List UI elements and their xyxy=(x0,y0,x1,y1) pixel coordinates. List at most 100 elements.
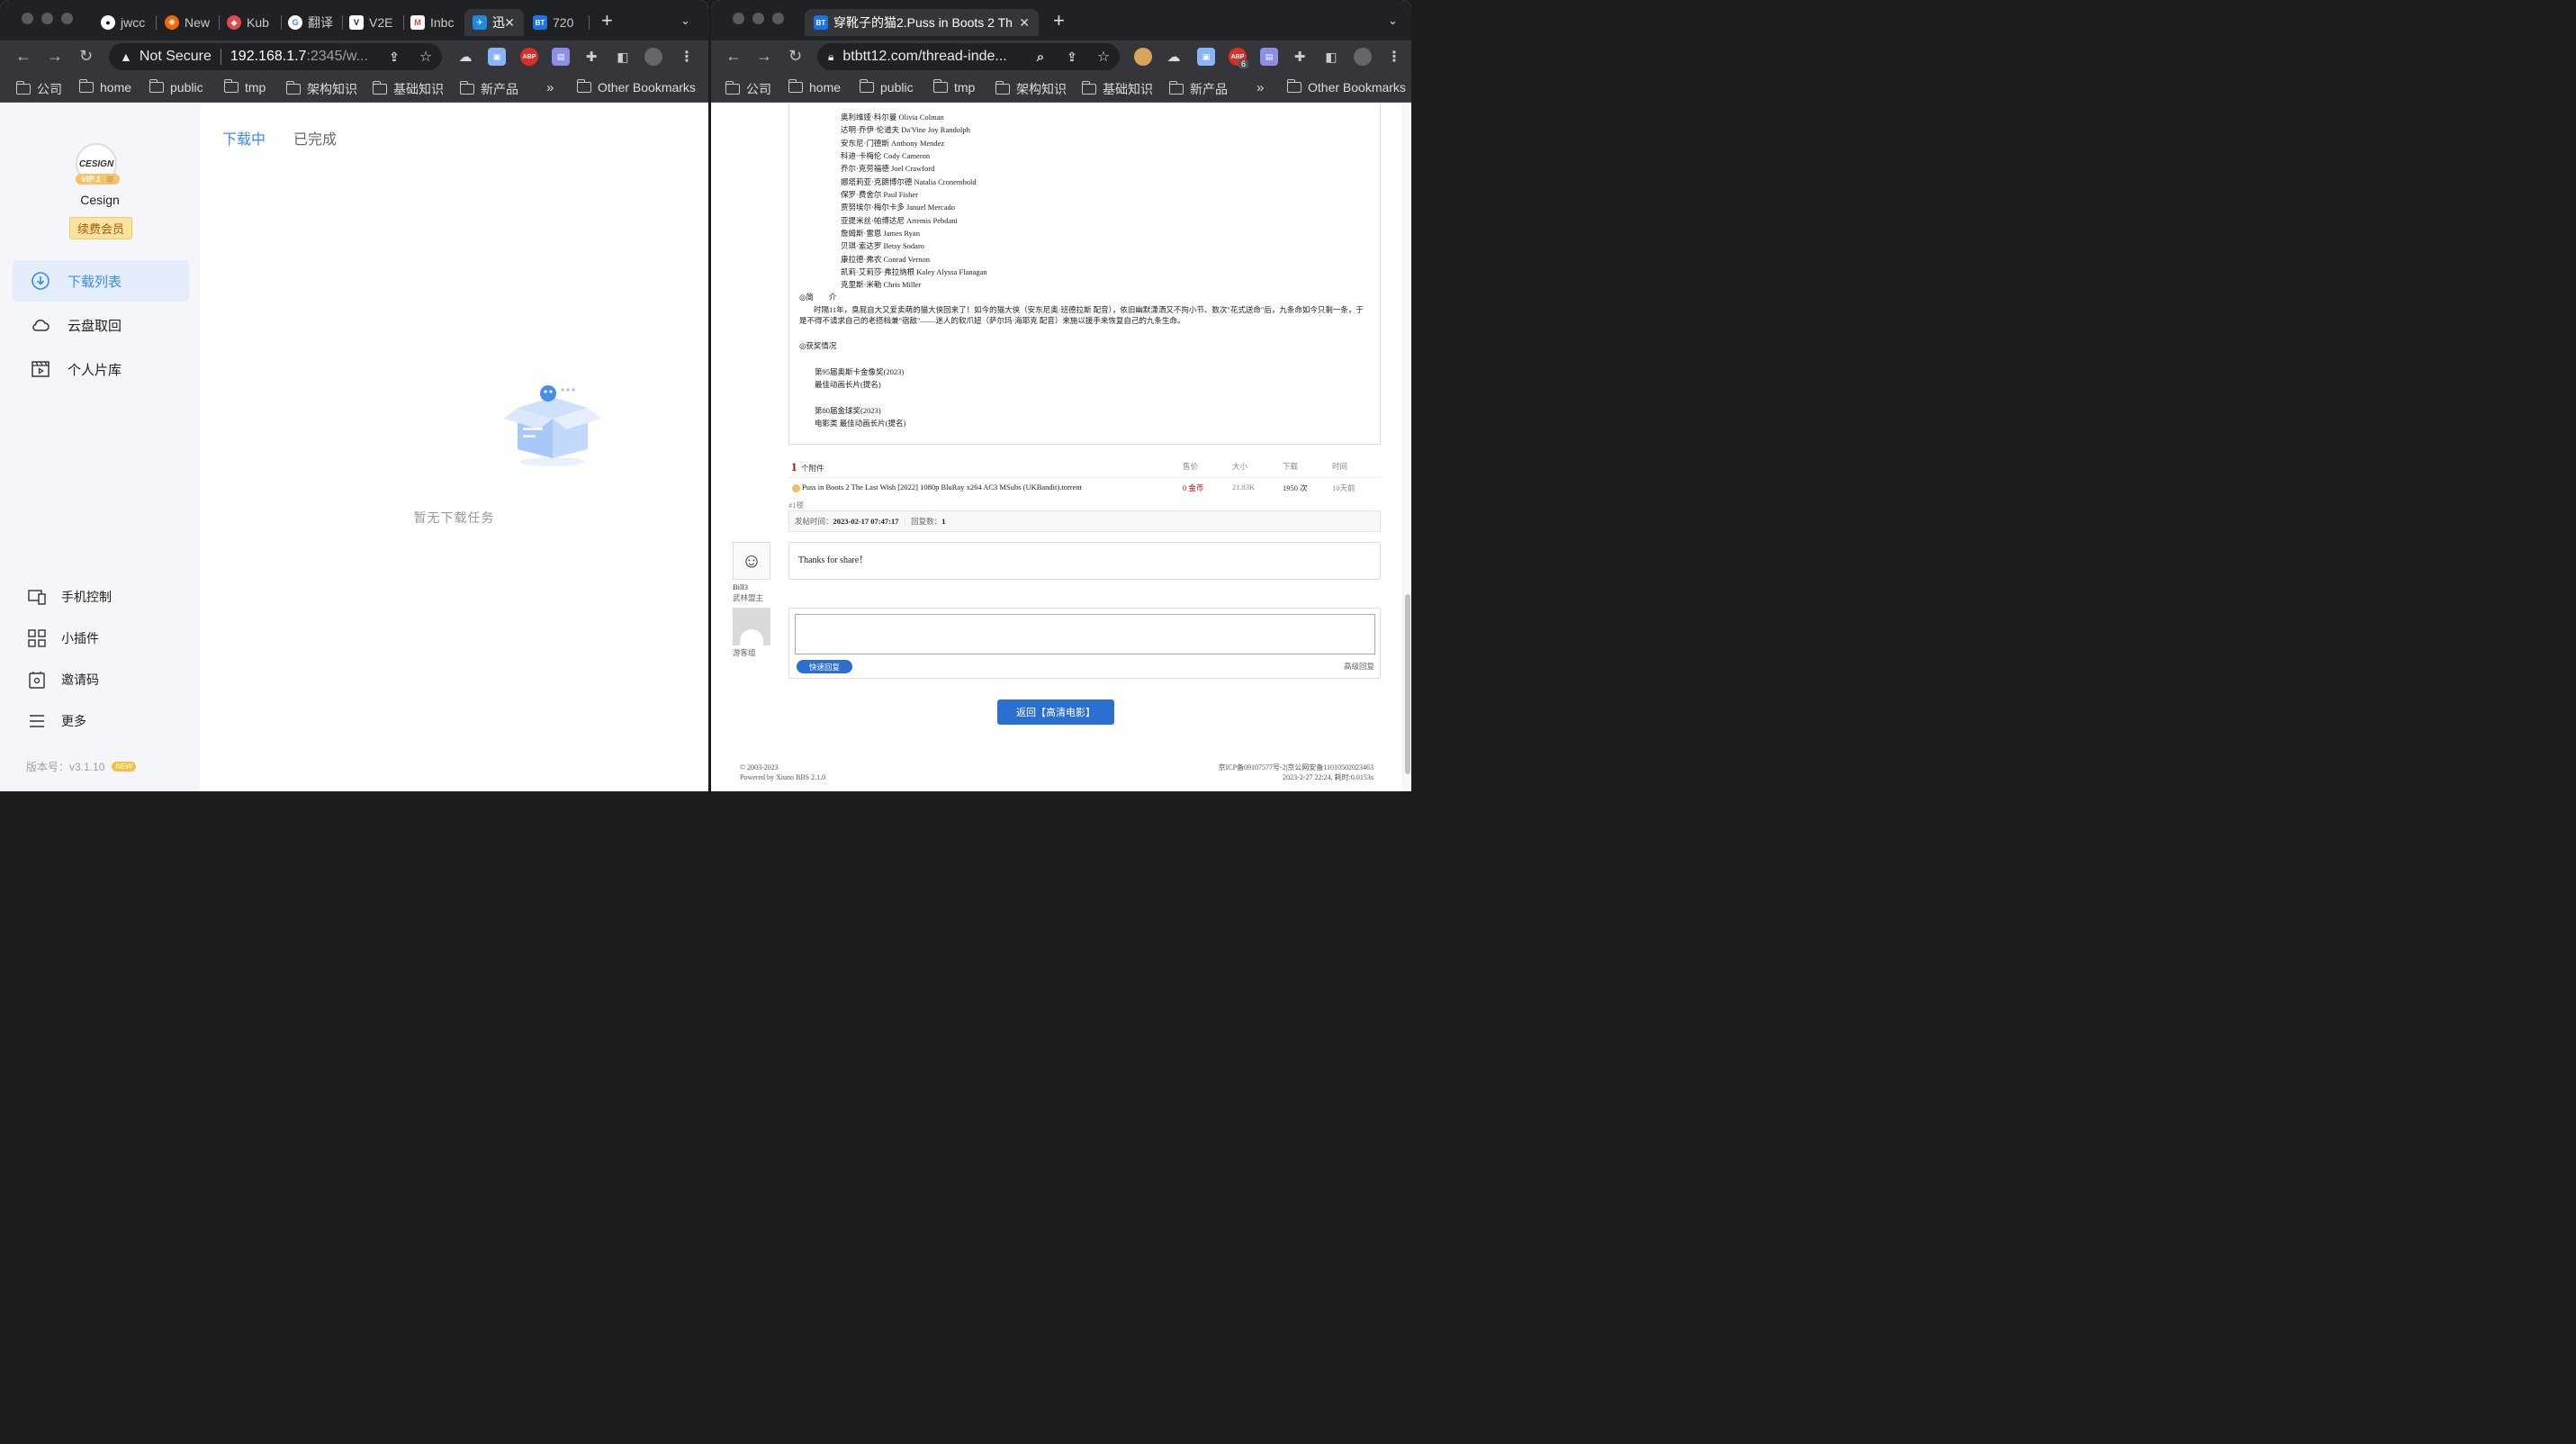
tab-downloading[interactable]: 下载中 xyxy=(222,127,266,149)
new-tab-button[interactable]: + xyxy=(601,11,613,31)
scrollbar-thumb[interactable] xyxy=(1405,594,1410,774)
hamburger-icon xyxy=(30,715,44,727)
extension-icon[interactable]: ▣ xyxy=(488,48,506,66)
bookmark-folder[interactable]: tmp xyxy=(224,79,266,95)
tab-bt[interactable]: BT 720 xyxy=(533,9,583,36)
profile-avatar[interactable] xyxy=(644,48,662,66)
zoom-icon[interactable]: ⌕ xyxy=(1031,48,1049,66)
back-to-hd-movies-button[interactable]: 返回【高清电影】 xyxy=(997,699,1114,725)
menu-invite-code[interactable]: 邀请码 xyxy=(27,670,99,690)
zoom-window-button[interactable] xyxy=(61,13,73,24)
bookmark-folder[interactable]: 公司 xyxy=(16,80,62,98)
menu-plugins[interactable]: 小插件 xyxy=(27,628,99,648)
sidebar: CESIGN VIP 1年 Cesign 续费会员 下载列表 云盘取回 个人片库… xyxy=(0,104,200,791)
menu-label: 云盘取回 xyxy=(68,318,122,334)
back-button[interactable]: ← xyxy=(15,48,32,64)
menu-label: 下载列表 xyxy=(68,274,122,290)
more-bookmarks-chevron-icon[interactable]: » xyxy=(546,80,554,95)
scrollbar-track[interactable] xyxy=(1402,104,1411,791)
forward-button[interactable]: → xyxy=(47,48,63,64)
kebab-menu-icon[interactable]: ⋮ xyxy=(678,48,696,66)
reload-button[interactable]: ↻ xyxy=(788,48,802,64)
tab-github[interactable]: ● jwcc xyxy=(101,9,151,36)
bookmark-folder[interactable]: public xyxy=(860,79,914,95)
new-tab-button[interactable]: + xyxy=(1053,11,1065,31)
torrent-link[interactable]: Puss in Boots 2 The Last Wish [2022] 108… xyxy=(802,483,1082,492)
cast-member: 亚提米丝·帕博达尼 Artemis Pebdani xyxy=(841,216,958,225)
profile-avatar[interactable] xyxy=(1354,48,1372,66)
cloud-extension-icon[interactable]: ☁ xyxy=(456,48,474,66)
close-window-button[interactable] xyxy=(733,13,744,24)
tab-completed[interactable]: 已完成 xyxy=(293,127,337,149)
bookmark-folder[interactable]: 架构知识 xyxy=(286,80,357,98)
menu-more[interactable]: 更多 xyxy=(27,711,86,731)
forward-button[interactable]: → xyxy=(756,48,772,64)
menu-phone-control[interactable]: 手机控制 xyxy=(27,587,112,607)
puzzle-extensions-icon[interactable]: ✚ xyxy=(582,48,600,66)
close-tab-icon[interactable]: ✕ xyxy=(1019,15,1030,31)
tab-grafana[interactable]: ✺ New xyxy=(165,9,215,36)
icp-link[interactable]: 京ICP备09107577号-2|京公网安备11010502023463 xyxy=(1219,763,1374,772)
cloud-extension-icon[interactable]: ☁ xyxy=(1165,48,1183,66)
tab-btbtt[interactable]: BT 穿靴子的猫2.Puss in Boots 2 Th ✕ xyxy=(805,9,1039,36)
tab-search-chevron-icon[interactable]: ⌄ xyxy=(1388,14,1398,28)
bookmark-folder[interactable]: 架构知识 xyxy=(995,80,1067,98)
bookmark-folder[interactable]: 公司 xyxy=(725,80,771,98)
bookmarks-bar: 公司 home public tmp 架构知识 基础知识 新产品 » Other… xyxy=(711,73,1411,103)
attachment-size: 21.83K xyxy=(1232,483,1256,492)
reload-button[interactable]: ↻ xyxy=(79,48,93,64)
side-panel-icon[interactable]: ◧ xyxy=(614,48,632,66)
close-tab-icon[interactable]: ✕ xyxy=(504,15,515,31)
bookmark-folder[interactable]: 新产品 xyxy=(1169,80,1228,98)
gmail-icon: M xyxy=(410,15,425,30)
close-window-button[interactable] xyxy=(22,13,33,24)
side-panel-icon[interactable]: ◧ xyxy=(1322,48,1340,66)
github-icon: ● xyxy=(101,15,115,30)
reply-username[interactable]: Bill3 xyxy=(733,582,748,591)
tab-search-chevron-icon[interactable]: ⌄ xyxy=(680,14,690,28)
folder-icon xyxy=(224,79,239,93)
adblock-icon[interactable]: ABP xyxy=(520,48,538,66)
more-bookmarks-chevron-icon[interactable]: » xyxy=(1256,80,1264,95)
url-text: btbtt12.com/thread-inde... xyxy=(842,49,1007,64)
kebab-menu-icon[interactable]: ⋮ xyxy=(1385,48,1403,66)
tab-v2ex[interactable]: V V2E xyxy=(349,9,400,36)
share-icon[interactable]: ⇪ xyxy=(385,48,403,66)
menu-personal-library[interactable]: 个人片库 xyxy=(13,348,189,390)
bookmark-folder[interactable]: public xyxy=(149,79,203,95)
other-bookmarks-folder[interactable]: Other Bookmarks xyxy=(1287,79,1406,95)
back-button[interactable]: ← xyxy=(725,48,742,64)
bookmark-folder[interactable]: 基础知识 xyxy=(373,80,444,98)
share-icon[interactable]: ⇪ xyxy=(1063,48,1081,66)
minimize-window-button[interactable] xyxy=(41,13,53,24)
bookmark-folder[interactable]: home xyxy=(788,79,841,95)
bookmark-folder[interactable]: home xyxy=(79,79,131,95)
extension-icon[interactable]: ▤ xyxy=(552,48,570,66)
tab-gmail[interactable]: M Inbc xyxy=(410,9,461,36)
advanced-reply-link[interactable]: 高级回复 xyxy=(1344,661,1374,672)
bookmark-folder[interactable]: 基础知识 xyxy=(1082,80,1153,98)
menu-download-list[interactable]: 下载列表 xyxy=(13,260,189,302)
menu-cloud-retrieve[interactable]: 云盘取回 xyxy=(13,304,189,346)
bookmark-star-icon[interactable]: ☆ xyxy=(417,48,435,66)
bookmark-folder[interactable]: tmp xyxy=(933,79,975,95)
devices-icon xyxy=(28,590,46,605)
reply-user-avatar[interactable]: ☺ xyxy=(733,542,770,580)
extension-icon[interactable]: ▤ xyxy=(1260,48,1278,66)
minimize-window-button[interactable] xyxy=(752,13,764,24)
tab-xunlei[interactable]: ✈ 迅 ✕ xyxy=(464,9,524,36)
quick-reply-button[interactable]: 快速回复 xyxy=(797,660,852,673)
menu-label: 小插件 xyxy=(61,631,99,645)
zoom-window-button[interactable] xyxy=(772,13,784,24)
extension-icon[interactable]: ▣ xyxy=(1197,48,1215,66)
bookmark-star-icon[interactable]: ☆ xyxy=(1094,48,1112,66)
tab-kuboard[interactable]: ◆ Kub xyxy=(227,9,277,36)
cookie-extension-icon[interactable] xyxy=(1134,48,1152,66)
bookmark-folder[interactable]: 新产品 xyxy=(460,80,518,98)
puzzle-extensions-icon[interactable]: ✚ xyxy=(1291,48,1309,66)
reply-textarea[interactable] xyxy=(795,614,1375,654)
tab-google-translate[interactable]: G 翻译 xyxy=(288,9,338,36)
other-bookmarks-folder[interactable]: Other Bookmarks xyxy=(577,79,696,95)
awards-heading: ◎获奖情况 xyxy=(799,341,837,350)
renew-membership-button[interactable]: 续费会员 xyxy=(69,217,132,239)
